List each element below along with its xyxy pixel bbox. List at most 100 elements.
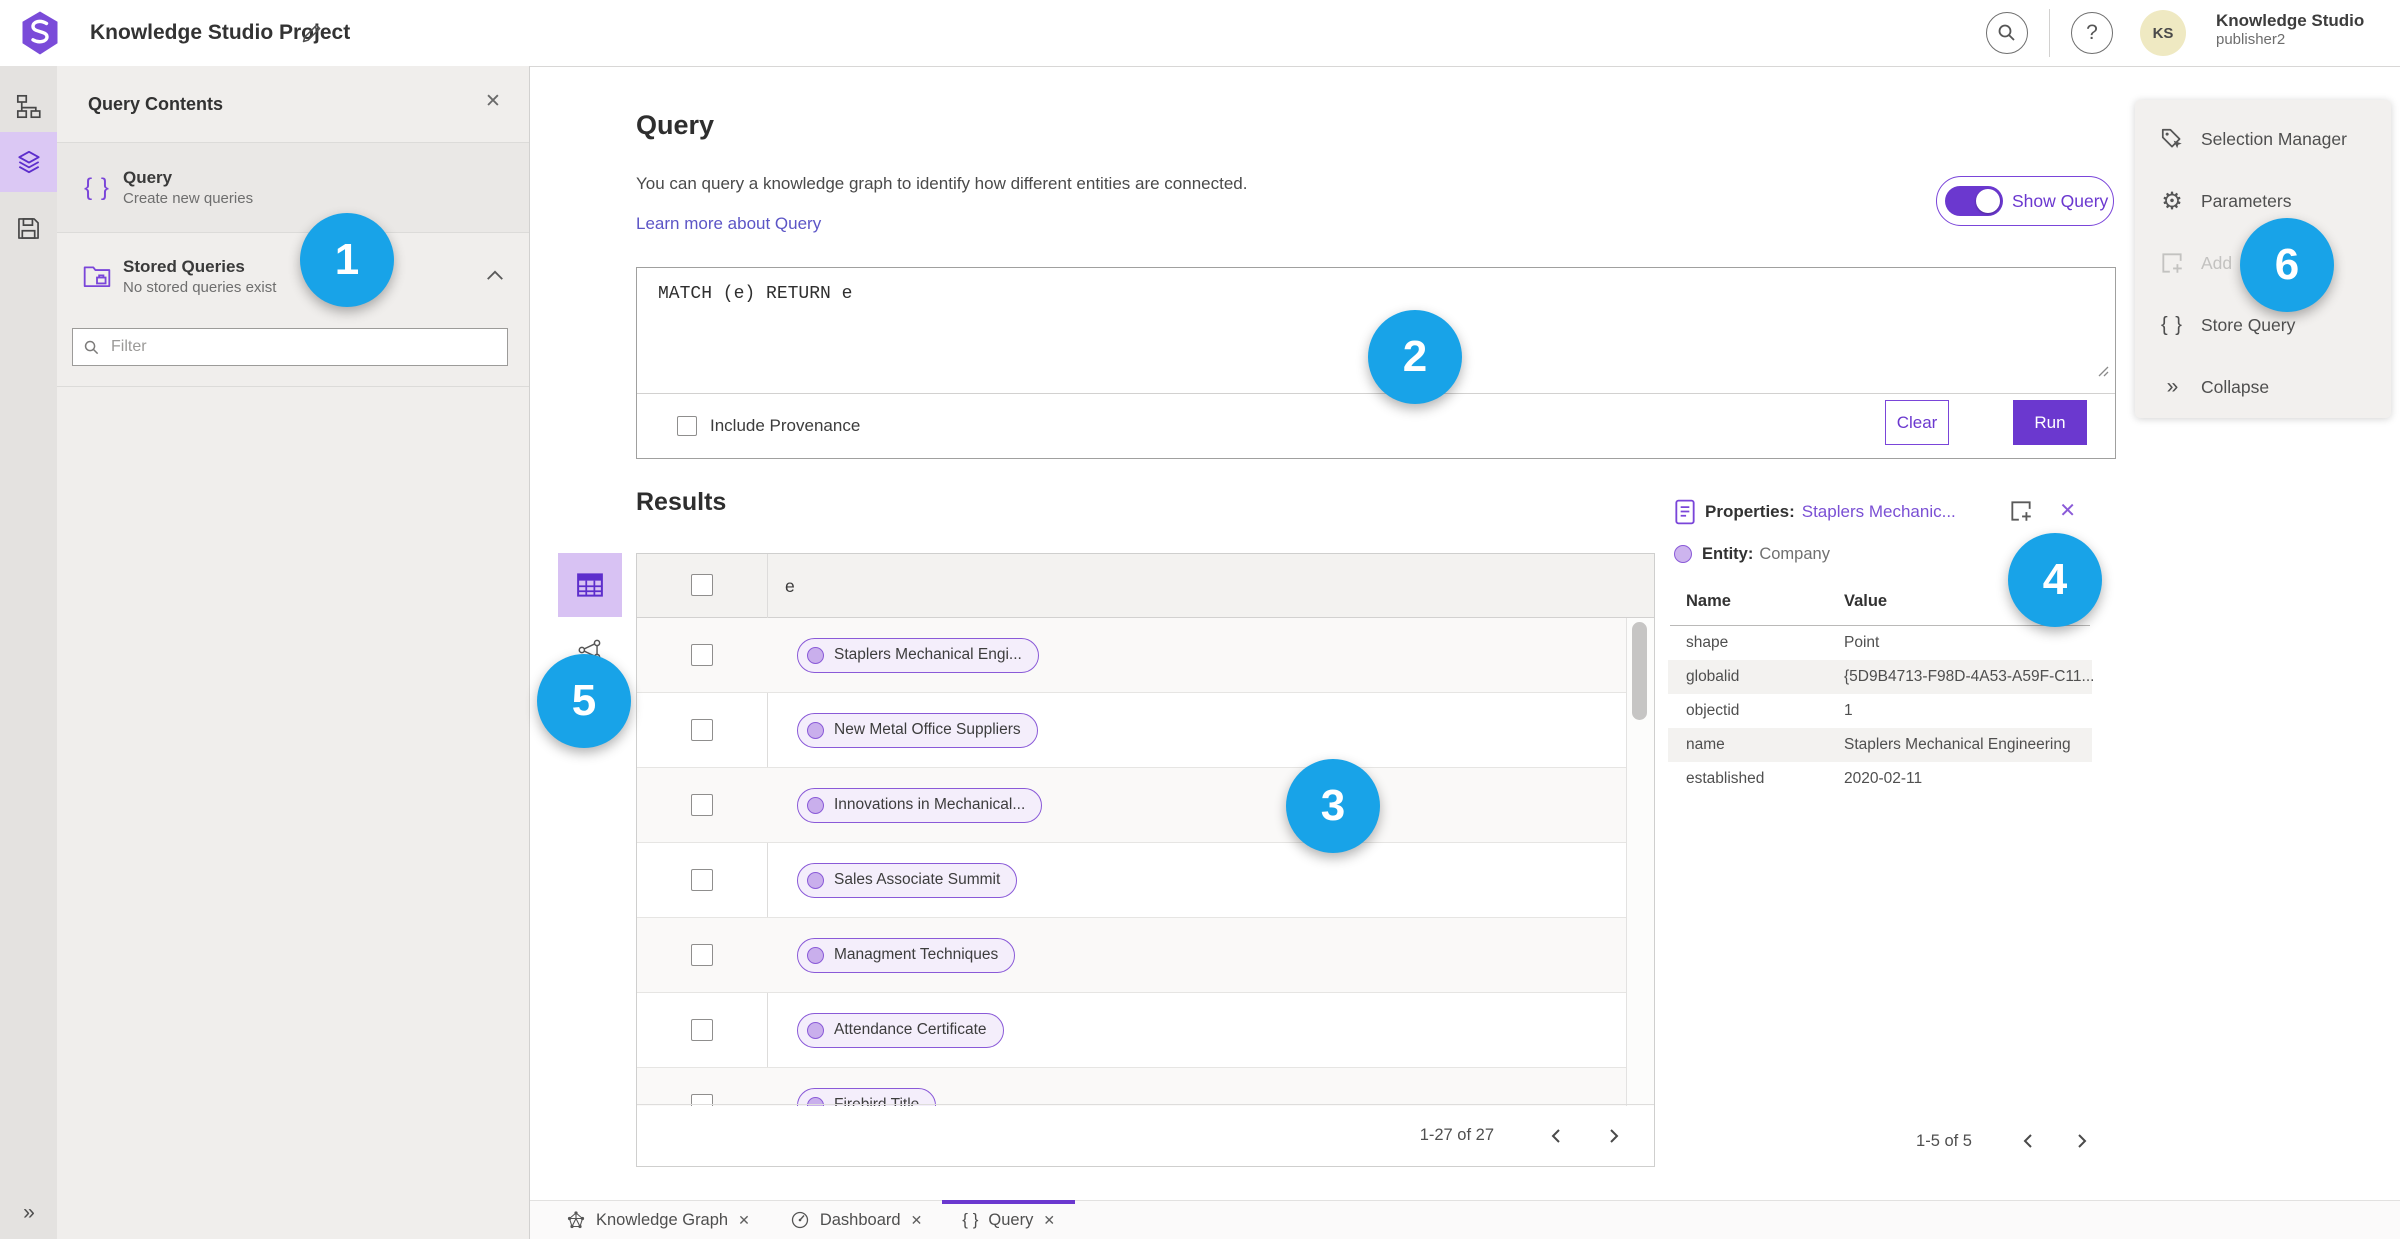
row-checkbox[interactable]: [691, 944, 713, 966]
entity-chip[interactable]: Sales Associate Summit: [797, 862, 1018, 898]
properties-doc-icon: [1675, 499, 1695, 525]
clear-button[interactable]: Clear: [1885, 400, 1949, 445]
query-section-title: Query: [636, 110, 715, 140]
rail-item-data-model[interactable]: [0, 76, 57, 136]
include-provenance-checkbox[interactable]: [677, 416, 697, 436]
entity-chip[interactable]: Innovations in Mechanical...: [797, 787, 1043, 823]
query-item-description: Create new queries: [123, 189, 254, 207]
entity-dot-icon: [807, 1021, 824, 1039]
contents-item-stored-queries[interactable]: Stored Queries No stored queries exist: [57, 232, 529, 322]
menu-item-selection-manager[interactable]: Selection Manager: [2135, 108, 2391, 170]
table-row: Firebird Title: [637, 1068, 1628, 1106]
properties-next-page-icon[interactable]: [2072, 1131, 2092, 1151]
filter-search-icon: [84, 340, 99, 354]
results-scrollbar[interactable]: [1626, 618, 1654, 1106]
edit-title-icon[interactable]: [300, 21, 324, 45]
rail-expand-button[interactable]: »: [0, 1191, 57, 1235]
header-divider: [2049, 9, 2050, 57]
select-all-checkbox[interactable]: [691, 574, 713, 596]
close-tab-icon[interactable]: ✕: [738, 1212, 750, 1229]
tab-query[interactable]: { } Query ✕: [942, 1200, 1075, 1239]
collapse-section-caret-icon[interactable]: [485, 268, 505, 282]
row-checkbox[interactable]: [691, 794, 713, 816]
entity-dot-icon: [807, 871, 824, 889]
query-section-description: You can query a knowledge graph to ident…: [636, 174, 1248, 193]
property-row: objectid 1: [1686, 702, 1853, 719]
user-role: publisher2: [2216, 31, 2286, 49]
contents-divider: [57, 386, 529, 387]
callout-3: 3: [1286, 759, 1380, 853]
rail-item-save[interactable]: [0, 198, 57, 258]
entity-type: Company: [1759, 544, 1830, 563]
results-table-view-button[interactable]: [558, 553, 622, 617]
filter-input[interactable]: [109, 337, 493, 357]
entity-dot-icon: [807, 721, 824, 739]
braces-icon: { }: [962, 1210, 979, 1229]
callout-6: 6: [2240, 218, 2334, 312]
property-row: shape Point: [1686, 634, 1880, 651]
results-table: e Staplers Mechanical Engi... New Metal …: [636, 553, 1655, 1167]
table-icon: [577, 573, 603, 597]
entity-dot-icon: [807, 796, 824, 814]
filter-field: [72, 328, 508, 366]
row-checkbox[interactable]: [691, 719, 713, 741]
entity-chip[interactable]: Staplers Mechanical Engi...: [797, 637, 1039, 673]
search-button[interactable]: [1986, 12, 2028, 54]
avatar[interactable]: KS: [2140, 10, 2186, 56]
stored-queries-label: Stored Queries: [123, 257, 245, 277]
run-button[interactable]: Run: [2013, 400, 2087, 445]
braces-icon: { }: [2161, 313, 2183, 336]
results-next-page-icon[interactable]: [1604, 1126, 1624, 1146]
close-tab-icon[interactable]: ✕: [911, 1212, 923, 1229]
menu-item-collapse[interactable]: » Collapse: [2135, 356, 2391, 418]
stored-queries-folder-icon: [83, 266, 111, 288]
entity-chip[interactable]: New Metal Office Suppliers: [797, 712, 1038, 748]
scrollbar-thumb[interactable]: [1632, 622, 1647, 720]
resize-handle-icon[interactable]: [2096, 364, 2110, 378]
row-checkbox[interactable]: [691, 644, 713, 666]
results-prev-page-icon[interactable]: [1546, 1126, 1566, 1146]
learn-more-link[interactable]: Learn more about Query: [636, 214, 821, 234]
include-provenance-label: Include Provenance: [710, 416, 861, 435]
add-to-selection-icon[interactable]: [2008, 498, 2034, 524]
properties-close-icon[interactable]: ✕: [2059, 498, 2076, 523]
properties-entity-link[interactable]: Staplers Mechanic...: [1802, 502, 1956, 522]
callout-4: 4: [2008, 533, 2102, 627]
collapse-chevrons-icon: »: [2166, 375, 2179, 398]
entity-chip[interactable]: Attendance Certificate: [797, 1012, 1004, 1048]
entity-type-dot-icon: [1674, 545, 1692, 563]
toggle-track: [1945, 186, 2003, 216]
properties-page-range: 1-5 of 5: [1916, 1131, 1972, 1150]
entity-chip[interactable]: Managment Techniques: [797, 937, 1016, 973]
query-contents-panel: Query Contents ✕ { } Query Create new qu…: [57, 66, 530, 1239]
contents-item-query[interactable]: { } Query Create new queries: [57, 143, 529, 233]
contents-panel-close-icon[interactable]: ✕: [485, 90, 501, 113]
app-header: Knowledge Studio Project ? KS Knowledge …: [0, 0, 2400, 67]
contents-panel-header: Query Contents ✕: [57, 66, 529, 143]
properties-prev-page-icon[interactable]: [2018, 1131, 2038, 1151]
knowledge-graph-icon: [567, 1211, 585, 1229]
dashboard-icon: [791, 1211, 808, 1229]
braces-icon: { }: [84, 173, 110, 201]
tab-knowledge-graph[interactable]: Knowledge Graph ✕: [546, 1201, 770, 1239]
close-tab-icon[interactable]: ✕: [1043, 1212, 1055, 1229]
toggle-knob: [1976, 189, 2000, 213]
left-rail: »: [0, 66, 57, 1239]
user-block: Knowledge Studio publisher2: [2216, 10, 2364, 50]
user-name: Knowledge Studio: [2216, 11, 2365, 30]
editor-footer: Include Provenance Clear Run: [637, 394, 2115, 458]
app-logo-icon[interactable]: [20, 11, 60, 55]
row-checkbox[interactable]: [691, 869, 713, 891]
help-icon: ?: [2086, 21, 2098, 44]
help-button[interactable]: ?: [2071, 12, 2113, 54]
rail-item-layers[interactable]: [0, 132, 57, 192]
menu-item-parameters[interactable]: ⚙ Parameters: [2135, 170, 2391, 232]
query-editor[interactable]: MATCH (e) RETURN e: [658, 284, 852, 304]
data-model-icon: [16, 94, 41, 118]
gear-icon: ⚙: [2161, 187, 2183, 215]
avatar-initials: KS: [2152, 24, 2174, 42]
properties-rows: shape Point globalid {5D9B4713-F98D-4A53…: [1668, 626, 2094, 796]
show-query-toggle[interactable]: Show Query: [1936, 176, 2114, 226]
tab-dashboard[interactable]: Dashboard ✕: [770, 1201, 942, 1239]
row-checkbox[interactable]: [691, 1019, 713, 1041]
